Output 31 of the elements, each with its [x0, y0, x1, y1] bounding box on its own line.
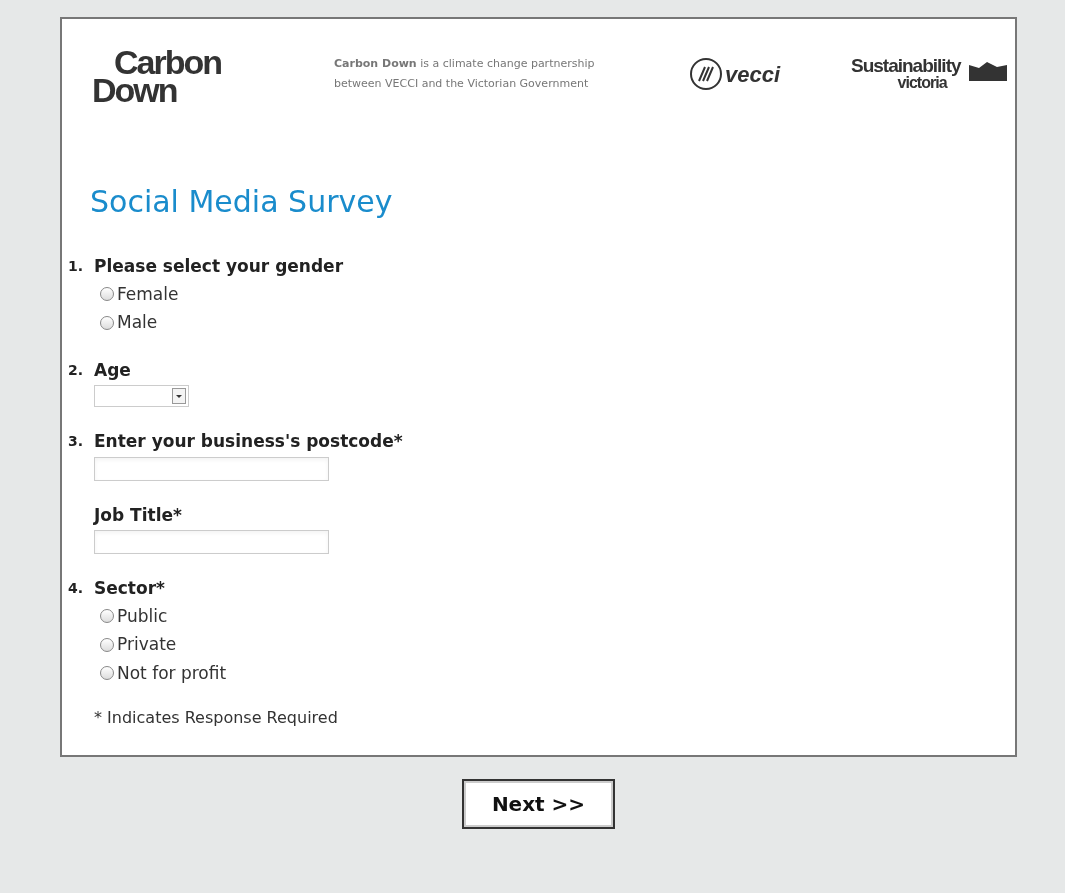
question-label: Job Title* — [94, 503, 183, 527]
tagline: Carbon Down is a climate change partnership between VECCI and the Victorian Government — [334, 56, 596, 92]
question-number: 4. — [68, 580, 84, 596]
radio-button[interactable] — [100, 287, 114, 302]
age-dropdown[interactable] — [94, 385, 189, 407]
question-label: Age — [94, 358, 132, 382]
next-button[interactable]: Next >> — [462, 779, 615, 829]
option-label: Female — [117, 282, 179, 306]
input-field[interactable] — [94, 456, 329, 481]
input-field[interactable] — [94, 530, 329, 554]
radio-button[interactable] — [100, 666, 114, 681]
radio-button[interactable] — [100, 315, 114, 330]
logo: Carbon Down — [92, 48, 222, 100]
question-label: Sector* — [94, 577, 166, 600]
option-label: Public — [117, 604, 168, 628]
radio-button[interactable] — [100, 637, 114, 652]
caret-icon — [172, 388, 186, 404]
partner-logo: Sustainability victoria — [851, 57, 961, 91]
question-label: Enter your business's postcode* — [94, 430, 403, 453]
required-note: * Indicates Response Required — [94, 707, 339, 729]
stripes-icon — [689, 57, 723, 91]
option-label: Private — [117, 633, 177, 656]
partner-logo: vecci — [689, 57, 829, 91]
question-label: Please select your gender — [94, 255, 344, 278]
option-label: Not for profit — [117, 661, 227, 685]
question-number: 3. — [68, 433, 84, 449]
question-number: 2. — [68, 361, 84, 378]
option-label: Male — [117, 311, 158, 334]
question-number: 1. — [68, 258, 84, 274]
survey-title: Social Media Survey — [90, 183, 394, 221]
radio-button[interactable] — [100, 609, 114, 624]
